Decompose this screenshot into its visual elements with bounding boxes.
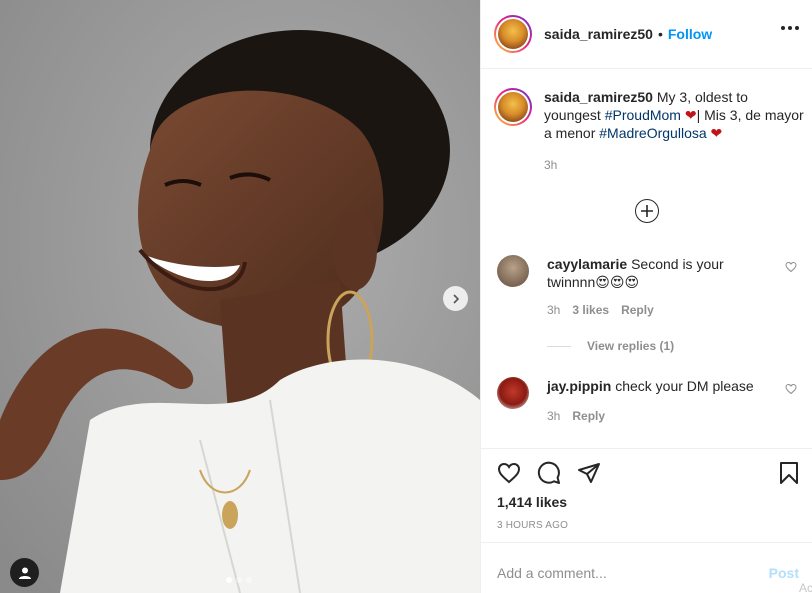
- commenter-username[interactable]: cayylamarie: [547, 256, 627, 272]
- load-more-comments-button[interactable]: [635, 199, 659, 223]
- carousel-dot-1: [226, 577, 232, 583]
- comment-icon[interactable]: [537, 461, 561, 485]
- post-photo[interactable]: [0, 0, 480, 593]
- plus-circle-icon: [641, 205, 653, 217]
- heart-icon[interactable]: [785, 383, 797, 395]
- view-replies-button[interactable]: View replies (1): [547, 339, 674, 353]
- post-comment-button[interactable]: Post: [769, 565, 799, 581]
- instagram-post-viewer: saida_ramirez50 • Follow saida_ramirez50…: [0, 0, 812, 593]
- commenter-avatar[interactable]: [497, 377, 529, 409]
- separator-dot: •: [657, 26, 663, 42]
- commenter-username[interactable]: jay.pippin: [547, 378, 611, 394]
- hashtag-proudmom[interactable]: #ProudMom: [605, 107, 681, 123]
- post-caption: saida_ramirez50 My 3, oldest to youngest…: [494, 88, 804, 174]
- action-bar: [497, 461, 601, 485]
- photo-scene: [0, 0, 480, 593]
- heart-icon[interactable]: [785, 261, 797, 273]
- chevron-right-icon: [452, 293, 459, 304]
- user-tag-button[interactable]: [10, 558, 39, 587]
- comment-input[interactable]: Add a comment...: [497, 565, 747, 581]
- caption-username[interactable]: saida_ramirez50: [544, 89, 653, 105]
- post-timestamp[interactable]: 3 HOURS AGO: [497, 520, 568, 531]
- share-icon[interactable]: [577, 461, 601, 485]
- heart-emoji: ❤: [710, 125, 723, 141]
- reply-button[interactable]: Reply: [572, 409, 605, 423]
- comment-item: cayylamarie Second is your twinnnn😍😍😍 3h…: [497, 255, 797, 317]
- comment-item: jay.pippin check your DM please 3h Reply: [497, 377, 797, 423]
- carousel-dot-3: [246, 577, 252, 583]
- comment-likes[interactable]: 3 likes: [572, 303, 609, 317]
- caption-avatar[interactable]: [494, 88, 532, 126]
- caption-time[interactable]: 3h: [544, 156, 804, 174]
- comment-time[interactable]: 3h: [547, 303, 560, 317]
- heart-emoji: ❤: [684, 107, 697, 123]
- comment-text: check your DM please: [615, 378, 754, 394]
- comment-time[interactable]: 3h: [547, 409, 560, 423]
- post-header: saida_ramirez50 • Follow: [481, 0, 812, 69]
- likes-count[interactable]: 1,414 likes: [497, 494, 567, 510]
- carousel-dot-2: [236, 577, 242, 583]
- hashtag-madreorgullosa[interactable]: #MadreOrgullosa: [599, 125, 706, 141]
- reply-button[interactable]: Reply: [621, 303, 654, 317]
- carousel-indicator: [226, 577, 252, 583]
- add-comment-section: Add a comment... Post Ac: [481, 542, 812, 593]
- follow-button[interactable]: Follow: [668, 26, 712, 42]
- more-options-icon[interactable]: [781, 26, 799, 30]
- divider-line: [547, 345, 571, 347]
- author-username[interactable]: saida_ramirez50: [544, 26, 653, 42]
- heart-icon[interactable]: [497, 461, 521, 485]
- next-slide-button[interactable]: [443, 286, 468, 311]
- user-tag-icon: [18, 567, 31, 579]
- caption-body: saida_ramirez50 My 3, oldest to youngest…: [544, 88, 804, 174]
- view-replies-label: View replies (1): [587, 339, 675, 353]
- ad-fragment: Ac: [798, 581, 812, 593]
- post-actions-section: [481, 448, 812, 484]
- author-avatar[interactable]: [494, 15, 532, 53]
- commenter-avatar[interactable]: [497, 255, 529, 287]
- post-details-panel: saida_ramirez50 • Follow saida_ramirez50…: [480, 0, 812, 593]
- bookmark-icon[interactable]: [777, 461, 801, 485]
